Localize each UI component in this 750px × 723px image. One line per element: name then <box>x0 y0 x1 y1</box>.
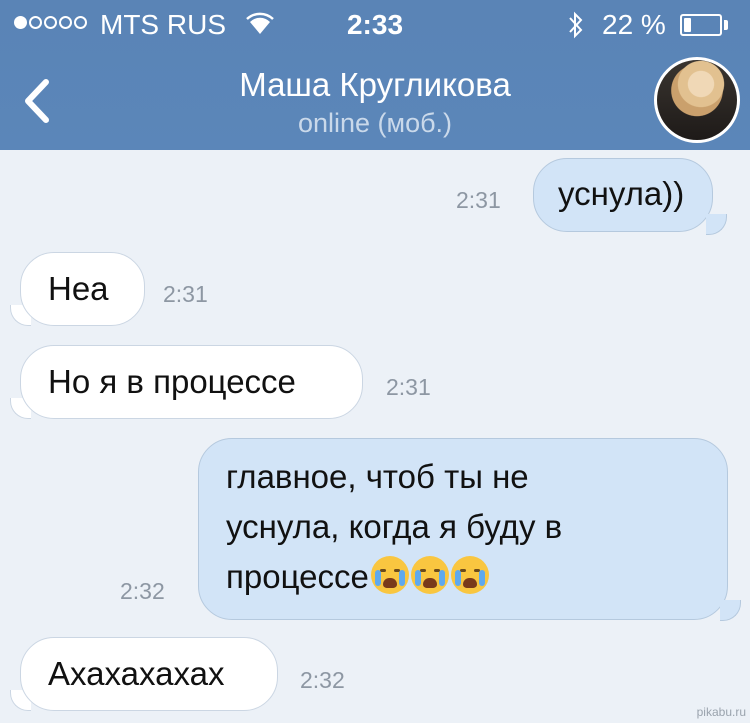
message-text-fragment: процессе <box>226 558 369 595</box>
message-text: Неа <box>48 270 109 307</box>
message-text-line: процессе <box>226 554 489 600</box>
presence-status: online (моб.) <box>297 108 453 138</box>
watermark: pikabu.ru <box>696 705 746 719</box>
message-text: Ахахахахах <box>48 655 225 692</box>
message-time: 2:31 <box>163 281 208 307</box>
contact-avatar[interactable] <box>654 57 740 143</box>
message-time: 2:31 <box>386 374 431 400</box>
message-text: уснула)) <box>558 175 685 212</box>
battery-percentage: 22 % <box>602 9 666 40</box>
navigation-header: MTS RUS 2:33 22 % Маша Кругликова online… <box>0 0 750 150</box>
bubble-tail <box>720 600 741 621</box>
battery-icon <box>680 14 722 36</box>
message-time: 2:32 <box>300 667 345 693</box>
bluetooth-icon <box>569 11 583 39</box>
message-text-line: главное, чтоб ты не <box>226 458 529 495</box>
crying-face-emoji-icon <box>370 556 409 594</box>
message-time: 2:31 <box>456 187 501 213</box>
message-text-line: уснула, когда я буду в <box>226 508 563 545</box>
contact-name[interactable]: Маша Кругликова <box>0 66 750 104</box>
crying-face-emoji-icon <box>410 556 449 594</box>
status-bar: MTS RUS 2:33 22 % <box>0 0 750 50</box>
message-text: Но я в процессе <box>48 363 296 400</box>
crying-face-emoji-icon <box>450 556 489 594</box>
battery-nub <box>724 20 728 30</box>
message-time: 2:32 <box>120 578 165 604</box>
bubble-tail <box>706 214 727 235</box>
